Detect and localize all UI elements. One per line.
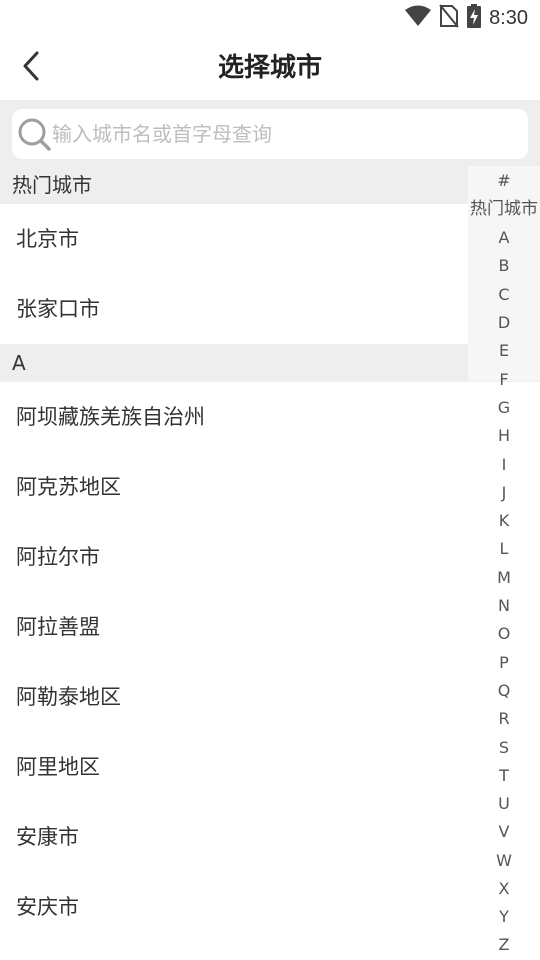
page-title: 选择城市 (217, 53, 322, 83)
battery-charging-icon (467, 4, 482, 32)
index-letter-r[interactable]: R (468, 706, 540, 732)
status-time: 8:30 (489, 6, 528, 29)
city-item[interactable]: 北京市 (0, 204, 540, 274)
city-list: 热门城市 北京市 张家口市 A 阿坝藏族羌族自治州 阿克苏地区 阿拉尔市 阿拉善… (0, 166, 540, 960)
city-item[interactable]: 阿坝藏族羌族自治州 (0, 382, 540, 452)
city-item[interactable]: 阿勒泰地区 (0, 662, 540, 732)
index-letter-c[interactable]: C (468, 282, 540, 308)
index-letter-m[interactable]: M (468, 565, 540, 591)
status-icons: 8:30 (405, 4, 528, 32)
index-letter-g[interactable]: G (468, 395, 540, 421)
index-letter-a[interactable]: A (468, 225, 540, 251)
city-item[interactable]: 安康市 (0, 802, 540, 872)
city-item[interactable]: 张家口市 (0, 274, 540, 344)
index-letter-hash[interactable]: # (468, 168, 540, 194)
index-letter-i[interactable]: I (468, 452, 540, 478)
search-input[interactable] (52, 109, 512, 159)
section-header-hot: 热门城市 (0, 166, 540, 204)
index-letter-t[interactable]: T (468, 763, 540, 789)
search-icon (16, 116, 52, 152)
search-box[interactable] (12, 109, 528, 159)
index-letter-e[interactable]: E (468, 338, 540, 364)
back-button[interactable] (12, 48, 52, 88)
city-item[interactable]: 安庆市 (0, 872, 540, 942)
index-letter-x[interactable]: X (468, 876, 540, 902)
city-item[interactable]: 阿拉尔市 (0, 522, 540, 592)
index-letter-s[interactable]: S (468, 735, 540, 761)
index-letter-d[interactable]: D (468, 310, 540, 336)
search-area (0, 100, 540, 166)
city-item[interactable]: 阿里地区 (0, 732, 540, 802)
index-letter-k[interactable]: K (468, 508, 540, 534)
index-letter-u[interactable]: U (468, 791, 540, 817)
chevron-left-icon (21, 51, 43, 85)
alphabet-index-bar[interactable]: # 热门城市 A B C D E F G H I J K L M N O P Q… (468, 166, 540, 960)
index-letter-n[interactable]: N (468, 593, 540, 619)
nav-bar: 选择城市 (0, 36, 540, 100)
section-header-a: A (0, 344, 540, 382)
index-letter-o[interactable]: O (468, 621, 540, 647)
index-letter-hot[interactable]: 热门城市 (468, 196, 540, 222)
status-bar: 8:30 (0, 0, 540, 36)
index-letter-h[interactable]: H (468, 423, 540, 449)
index-letter-y[interactable]: Y (468, 904, 540, 930)
index-letter-w[interactable]: W (468, 848, 540, 874)
city-item[interactable]: 阿拉善盟 (0, 592, 540, 662)
index-letter-q[interactable]: Q (468, 678, 540, 704)
wifi-icon (405, 5, 432, 31)
index-letter-p[interactable]: P (468, 650, 540, 676)
index-letter-v[interactable]: V (468, 819, 540, 845)
index-letter-f[interactable]: F (468, 367, 540, 393)
no-sim-icon (439, 4, 459, 32)
index-letter-z[interactable]: Z (468, 932, 540, 958)
index-letter-b[interactable]: B (468, 253, 540, 279)
index-letter-j[interactable]: J (468, 480, 540, 506)
city-item[interactable]: 阿克苏地区 (0, 452, 540, 522)
index-letter-l[interactable]: L (468, 536, 540, 562)
